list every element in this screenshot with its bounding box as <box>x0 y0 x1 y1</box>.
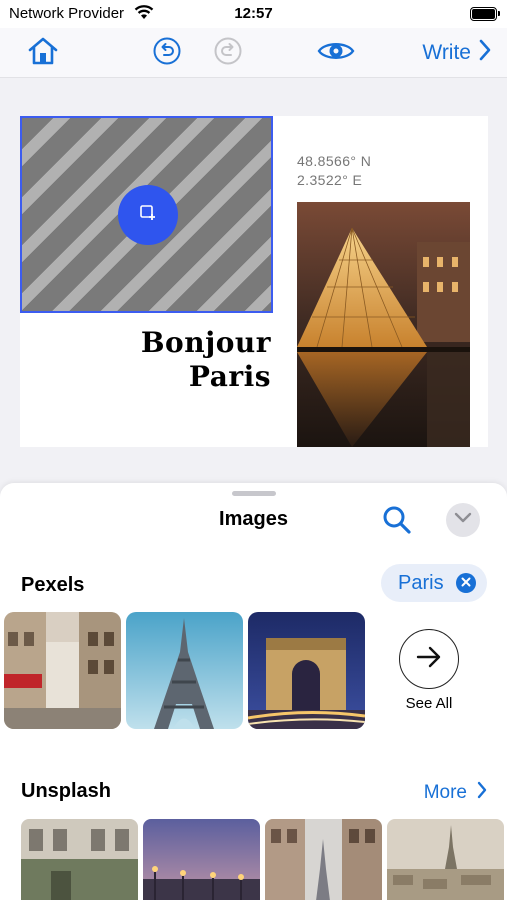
pexels-section-title: Pexels <box>21 574 85 596</box>
more-label: More <box>423 782 467 803</box>
see-all-label: See All <box>405 695 453 712</box>
coordinates-text[interactable]: 48.8566° N 2.3522° E <box>297 152 371 190</box>
battery-icon <box>470 7 500 21</box>
arrow-right-icon <box>416 646 442 673</box>
sheet-title: Images <box>219 508 288 530</box>
home-button[interactable] <box>26 36 60 70</box>
pexels-thumb-paris-street[interactable] <box>4 612 121 729</box>
home-icon <box>27 36 59 71</box>
unsplash-thumb-building[interactable] <box>21 819 138 900</box>
see-all-button[interactable]: See All <box>399 629 459 712</box>
chevron-down-icon <box>454 511 472 529</box>
add-image-button[interactable] <box>118 185 178 245</box>
undo-button[interactable] <box>150 36 184 70</box>
add-image-icon <box>139 204 157 227</box>
unsplash-section-title: Unsplash <box>21 780 112 802</box>
design-canvas[interactable]: Bonjour Paris 48.8566° N 2.3522° E <box>20 116 488 447</box>
pexels-thumb-eiffel-tower[interactable] <box>126 612 243 729</box>
redo-icon <box>213 36 243 71</box>
coord-longitude: 2.3522° E <box>297 172 363 188</box>
coord-latitude: 48.8566° N <box>297 153 372 169</box>
editor-toolbar: Write <box>0 28 507 78</box>
search-query-chip[interactable]: Paris <box>381 564 487 602</box>
collapse-sheet-button[interactable] <box>446 503 480 537</box>
more-button[interactable]: More <box>424 781 487 805</box>
redo-button[interactable] <box>211 36 245 70</box>
eye-icon <box>317 39 355 68</box>
status-bar: Network Provider 12:57 <box>0 0 507 28</box>
title-line-2: Paris <box>188 360 271 393</box>
chevron-right-icon <box>477 781 487 805</box>
chevron-right-icon <box>479 39 491 67</box>
unsplash-thumb-street-eiffel[interactable] <box>265 819 382 900</box>
canvas-title[interactable]: Bonjour Paris <box>141 326 271 394</box>
see-all-circle <box>399 629 459 689</box>
close-icon <box>461 574 471 592</box>
query-label: Paris <box>398 571 444 594</box>
pexels-thumb-arc-de-triomphe[interactable] <box>248 612 365 729</box>
clear-query-button[interactable] <box>456 573 476 593</box>
image-placeholder[interactable] <box>20 116 273 313</box>
title-line-1: Bonjour <box>140 326 271 359</box>
unsplash-thumb-bridge-dusk[interactable] <box>143 819 260 900</box>
unsplash-thumb-skyline[interactable] <box>387 819 504 900</box>
write-button[interactable]: Write <box>422 39 491 67</box>
undo-icon <box>152 36 182 71</box>
search-icon <box>381 506 413 540</box>
clock: 12:57 <box>234 5 273 22</box>
images-sheet: Images Pexels Paris See All Unsplash Mor… <box>0 483 507 900</box>
search-button[interactable] <box>381 504 413 536</box>
write-label: Write <box>422 41 471 64</box>
preview-button[interactable] <box>316 36 356 70</box>
sheet-grabber[interactable] <box>232 491 276 496</box>
louvre-photo[interactable] <box>297 202 470 447</box>
